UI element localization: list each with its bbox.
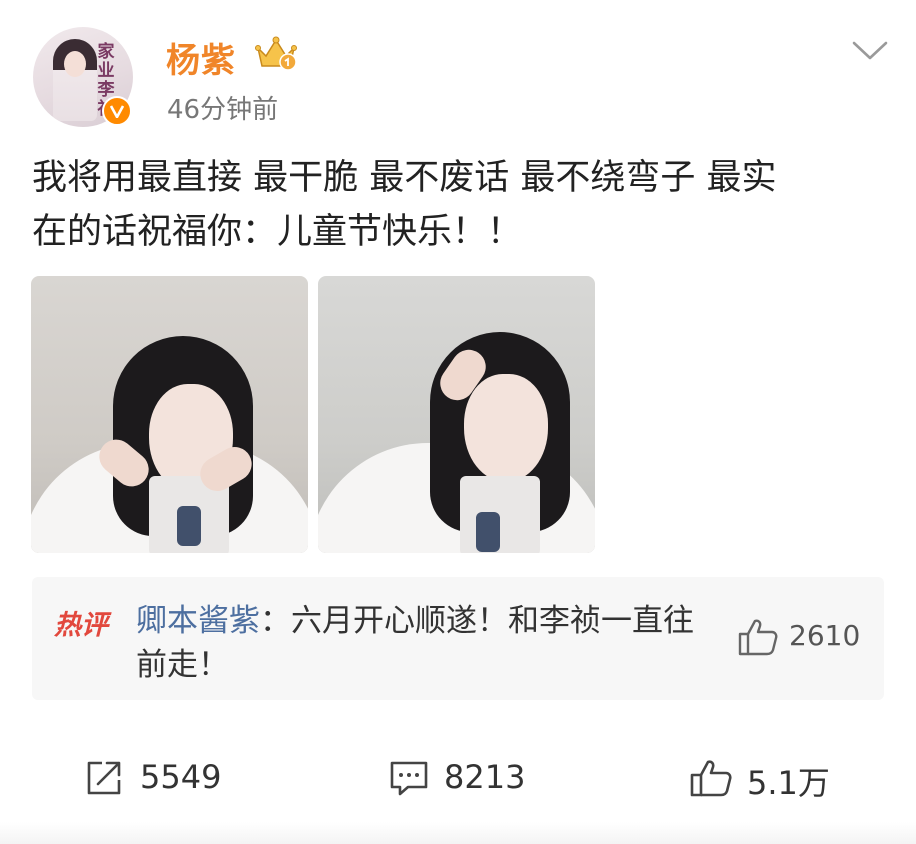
comment-author[interactable]: 卿本酱紫 xyxy=(136,603,260,639)
comment-count: 8213 xyxy=(444,758,526,796)
author-name[interactable]: 杨紫 xyxy=(166,33,236,82)
share-icon xyxy=(87,761,121,795)
hot-comment-text: 卿本酱紫：六月开心顺遂！和李祯一直往前走！ xyxy=(136,599,696,687)
post-photo-1[interactable] xyxy=(31,276,308,553)
post-text-line-1: 我将用最直接 最干脆 最不废话 最不绕弯子 最实 xyxy=(32,158,777,198)
crown-icon[interactable] xyxy=(252,34,300,72)
post-photo-2[interactable] xyxy=(318,276,595,553)
thumbs-up-icon xyxy=(738,619,778,656)
post-text: 我将用最直接 最干脆 最不废话 最不绕弯子 最实 在的话祝福你：儿童节快乐！！ xyxy=(32,151,882,259)
hot-comment[interactable]: 热评 卿本酱紫：六月开心顺遂！和李祯一直往前走！ 2610 xyxy=(32,577,884,700)
comment-separator: ： xyxy=(260,603,291,639)
thumbs-up-icon xyxy=(690,760,732,797)
verified-v-icon xyxy=(102,96,132,126)
comment-like-count: 2610 xyxy=(789,619,861,652)
photo-tee xyxy=(460,476,540,553)
post-timestamp: 46分钟前 xyxy=(167,95,279,125)
bottom-divider xyxy=(0,822,916,844)
photo-print xyxy=(476,512,500,552)
weibo-post-card: 家业李祯 杨紫 46分钟前 我将用最直接 最干脆 最不废话 最不绕弯子 最实 在… xyxy=(0,0,916,844)
post-text-line-2: 在的话祝福你：儿童节快乐！！ xyxy=(32,212,523,252)
like-count: 5.1万 xyxy=(747,764,830,802)
comment-icon xyxy=(390,761,428,796)
photo-print xyxy=(177,506,201,546)
chevron-down-icon[interactable] xyxy=(851,40,889,62)
avatar-face xyxy=(64,51,86,77)
hot-comment-badge: 热评 xyxy=(54,610,108,641)
repost-count: 5549 xyxy=(140,758,222,796)
photo-face xyxy=(464,374,548,482)
